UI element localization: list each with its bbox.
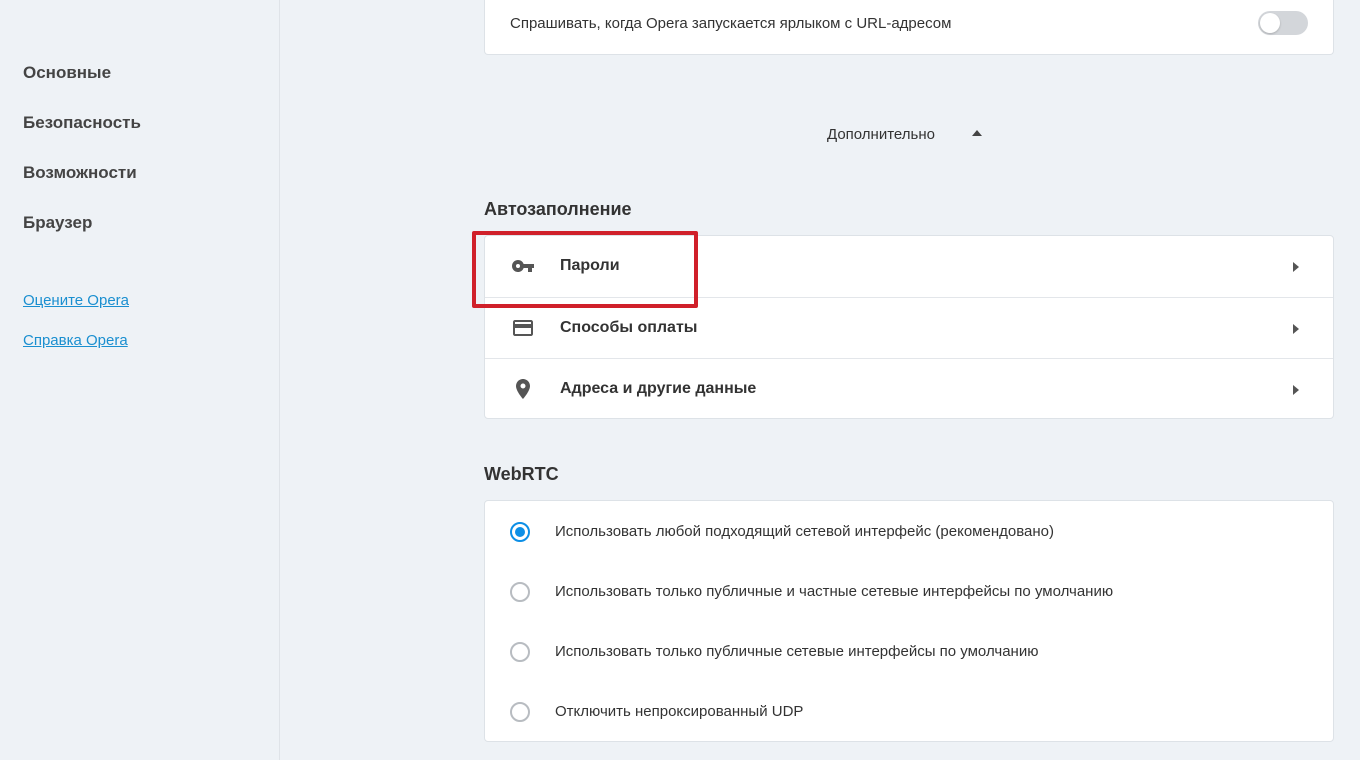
opera-help-link[interactable]: Справка Opera: [23, 332, 128, 349]
chevron-right-icon: [1293, 324, 1299, 334]
autofill-section-title: Автозаполнение: [484, 199, 632, 219]
webrtc-option-label: Использовать любой подходящий сетевой ин…: [555, 523, 1054, 540]
payment-methods-label: Способы оплаты: [560, 319, 698, 336]
webrtc-option-public-only[interactable]: Использовать только публичные сетевые ин…: [485, 621, 1333, 681]
chevron-right-icon: [1293, 385, 1299, 395]
radio-button[interactable]: [510, 702, 530, 722]
key-icon: [511, 260, 534, 272]
caret-up-icon[interactable]: [972, 130, 982, 136]
webrtc-option-label: Отключить непроксированный UDP: [555, 703, 804, 720]
webrtc-option-any-interface[interactable]: Использовать любой подходящий сетевой ин…: [485, 501, 1333, 561]
webrtc-option-label: Использовать только публичные сетевые ин…: [555, 643, 1039, 660]
webrtc-option-label: Использовать только публичные и частные …: [555, 583, 1114, 600]
settings-sidebar: Основные Безопасность Возможности Браузе…: [0, 0, 280, 760]
radio-button[interactable]: [510, 642, 530, 662]
sidebar-item-security[interactable]: Безопасность: [23, 113, 141, 133]
sidebar-item-features[interactable]: Возможности: [23, 163, 137, 183]
addresses-label: Адреса и другие данные: [560, 380, 757, 397]
chevron-right-icon: [1293, 262, 1299, 272]
webrtc-option-disable-udp[interactable]: Отключить непроксированный UDP: [485, 681, 1333, 741]
location-pin-icon: [516, 379, 530, 399]
webrtc-option-public-private[interactable]: Использовать только публичные и частные …: [485, 561, 1333, 621]
webrtc-section-title: WebRTC: [484, 464, 559, 484]
sidebar-item-browser[interactable]: Браузер: [23, 213, 92, 233]
webrtc-card: Использовать любой подходящий сетевой ин…: [484, 500, 1334, 742]
passwords-row[interactable]: Пароли: [485, 236, 1333, 297]
addresses-row[interactable]: Адреса и другие данные: [485, 358, 1333, 419]
rate-opera-link[interactable]: Оцените Opera: [23, 292, 129, 309]
advanced-toggle[interactable]: Дополнительно: [827, 126, 935, 143]
radio-button[interactable]: [510, 582, 530, 602]
startup-card: Спрашивать, когда Opera запускается ярлы…: [484, 0, 1334, 55]
payment-methods-row[interactable]: Способы оплаты: [485, 297, 1333, 358]
autofill-card: Пароли Способы оплаты Адреса и другие да…: [484, 235, 1334, 419]
sidebar-item-basic[interactable]: Основные: [23, 63, 111, 83]
passwords-label: Пароли: [560, 257, 620, 274]
ask-on-url-launch-toggle[interactable]: [1258, 11, 1308, 35]
toggle-knob: [1260, 13, 1280, 33]
radio-button-checked[interactable]: [510, 522, 530, 542]
credit-card-icon: [513, 320, 533, 336]
ask-on-url-launch-label: Спрашивать, когда Opera запускается ярлы…: [510, 15, 952, 32]
